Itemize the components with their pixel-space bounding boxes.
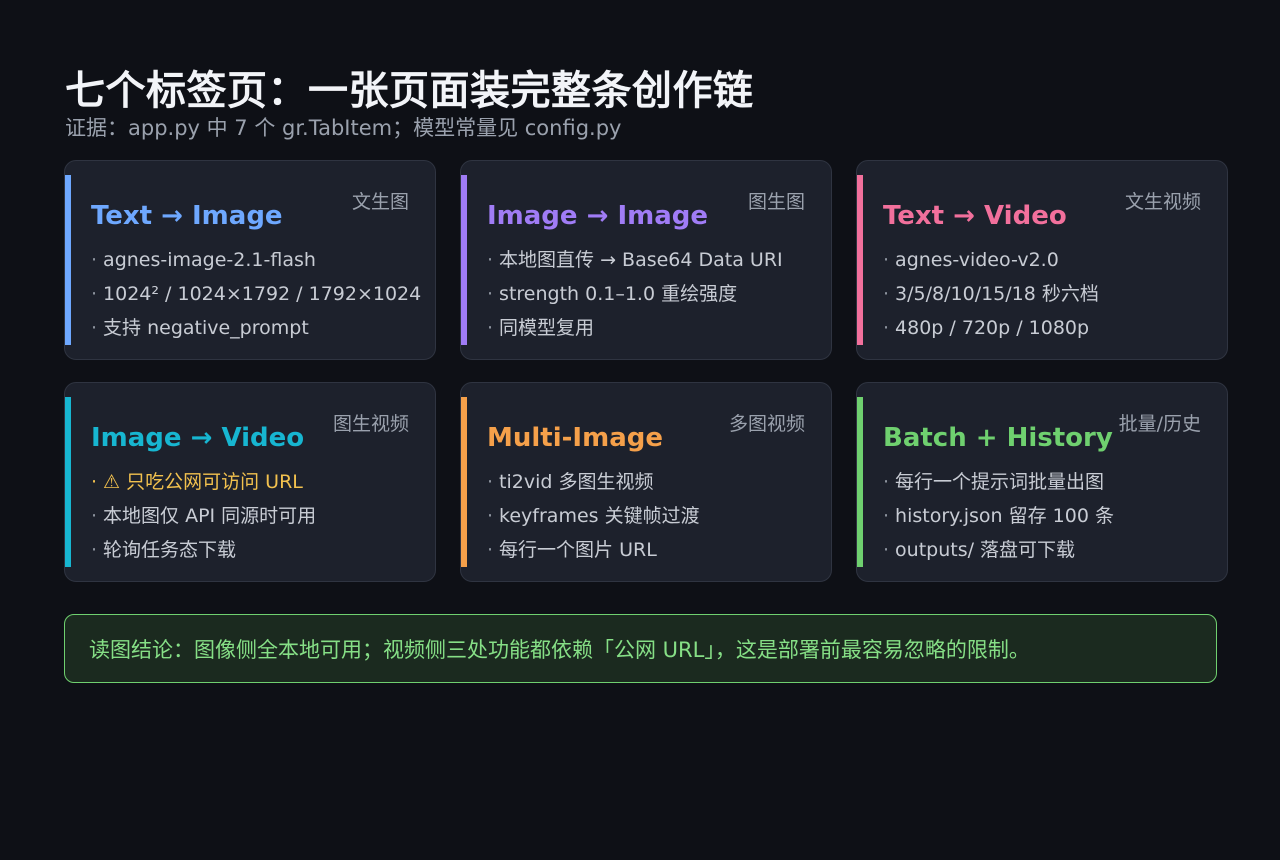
list-item: · 每行一个图片 URL	[487, 539, 657, 561]
feature-list: · 每行一个提示词批量出图 · history.json 留存 100 条 · out…	[883, 465, 1217, 567]
accent-bar	[461, 175, 467, 345]
list-item: · 1024² / 1024×1792 / 1792×1024	[91, 283, 422, 305]
accent-bar	[65, 397, 71, 567]
list-item-text: 本地图直传 → Base64 Data URI	[499, 249, 783, 271]
list-item: · history.json 留存 100 条	[883, 505, 1114, 527]
list-item: · 480p / 720p / 1080p	[883, 317, 1090, 339]
list-item: · 轮询任务态下载	[91, 539, 237, 561]
card-batch-history: 批量/历史 Batch + History · 每行一个提示词批量出图 · hist…	[856, 382, 1228, 582]
list-item-text: agnes-image-2.1-flash	[103, 249, 316, 271]
list-item: · 本地图直传 → Base64 Data URI	[487, 249, 783, 271]
list-item-text: strength 0.1–1.0 重绘强度	[499, 283, 738, 305]
accent-bar	[857, 175, 863, 345]
feature-list: · agnes-image-2.1-flash · 1024² / 1024×179…	[91, 243, 425, 345]
list-item: · 本地图仅 API 同源时可用	[91, 505, 317, 527]
card-tag: 批量/历史	[1118, 413, 1201, 435]
feature-list: · ⚠ 只吃公网可访问 URL · 本地图仅 API 同源时可用 · 轮询任务态下载	[91, 465, 425, 567]
list-item: · agnes-video-v2.0	[883, 249, 1059, 271]
feature-list: · agnes-video-v2.0 · 3/5/8/10/15/18 秒六档 · 4…	[883, 243, 1217, 345]
card-tag: 多图视频	[728, 413, 805, 435]
list-item-text: outputs/ 落盘可下载	[895, 539, 1076, 561]
card-title: Multi-Image	[487, 423, 663, 453]
list-item-text: 3/5/8/10/15/18 秒六档	[895, 283, 1099, 305]
conclusion-box: 读图结论：图像侧全本地可用；视频侧三处功能都依赖「公网 URL」，这是部署前最容…	[64, 614, 1217, 683]
list-item-text: 同模型复用	[499, 317, 595, 339]
list-item-text: ⚠ 只吃公网可访问 URL	[103, 471, 303, 493]
conclusion-text: 读图结论：图像侧全本地可用；视频侧三处功能都依赖「公网 URL」，这是部署前最容…	[89, 637, 1030, 662]
list-item: · 每行一个提示词批量出图	[883, 471, 1105, 493]
list-item-text: 轮询任务态下载	[103, 539, 237, 561]
accent-bar	[857, 397, 863, 567]
accent-bar	[461, 397, 467, 567]
card-tag: 图生视频	[332, 413, 409, 435]
list-item: · ti2vid 多图生视频	[487, 471, 654, 493]
card-title: Text → Video	[883, 201, 1067, 231]
feature-list: · ti2vid 多图生视频 · keyframes 关键帧过渡 · 每行一个图片 U…	[487, 465, 821, 567]
card-image-to-video: 图生视频 Image → Video · ⚠ 只吃公网可访问 URL · 本地图仅 …	[64, 382, 436, 582]
list-item-text: keyframes 关键帧过渡	[499, 505, 700, 527]
page-title: 七个标签页：一张页面装完整条创作链	[65, 68, 754, 114]
card-image-to-image: 图生图 Image → Image · 本地图直传 → Base64 Data U…	[460, 160, 832, 360]
list-item-text: 每行一个提示词批量出图	[895, 471, 1105, 493]
warning-list-item: · ⚠ 只吃公网可访问 URL	[91, 471, 303, 493]
card-title: Text → Image	[91, 201, 283, 231]
list-item-text: 支持 negative_prompt	[103, 317, 309, 339]
card-tag: 文生图	[351, 191, 409, 213]
list-item: · keyframes 关键帧过渡	[487, 505, 700, 527]
card-title: Image → Image	[487, 201, 708, 231]
list-item: · 支持 negative_prompt	[91, 317, 309, 339]
list-item: · strength 0.1–1.0 重绘强度	[487, 283, 738, 305]
card-text-to-video: 文生视频 Text → Video · agnes-video-v2.0 · 3/5…	[856, 160, 1228, 360]
list-item-text: 每行一个图片 URL	[499, 539, 657, 561]
list-item: · 同模型复用	[487, 317, 595, 339]
card-tag: 图生图	[747, 191, 805, 213]
card-multi-image: 多图视频 Multi-Image · ti2vid 多图生视频 · keyframe…	[460, 382, 832, 582]
list-item-text: agnes-video-v2.0	[895, 249, 1059, 271]
page-subtitle: 证据：app.py 中 7 个 gr.TabItem；模型常量见 config.…	[65, 116, 622, 140]
accent-bar	[65, 175, 71, 345]
list-item-text: ti2vid 多图生视频	[499, 471, 654, 493]
list-item: · outputs/ 落盘可下载	[883, 539, 1076, 561]
card-title: Batch + History	[883, 423, 1113, 453]
feature-list: · 本地图直传 → Base64 Data URI · strength 0.1–1…	[487, 243, 821, 345]
card-title: Image → Video	[91, 423, 305, 453]
list-item-text: 本地图仅 API 同源时可用	[103, 505, 317, 527]
list-item-text: history.json 留存 100 条	[895, 505, 1114, 527]
list-item: · 3/5/8/10/15/18 秒六档	[883, 283, 1099, 305]
card-tag: 文生视频	[1124, 191, 1201, 213]
list-item-text: 1024² / 1024×1792 / 1792×1024	[103, 283, 422, 305]
list-item-text: 480p / 720p / 1080p	[895, 317, 1090, 339]
card-text-to-image: 文生图 Text → Image · agnes-image-2.1-flash …	[64, 160, 436, 360]
list-item: · agnes-image-2.1-flash	[91, 249, 316, 271]
